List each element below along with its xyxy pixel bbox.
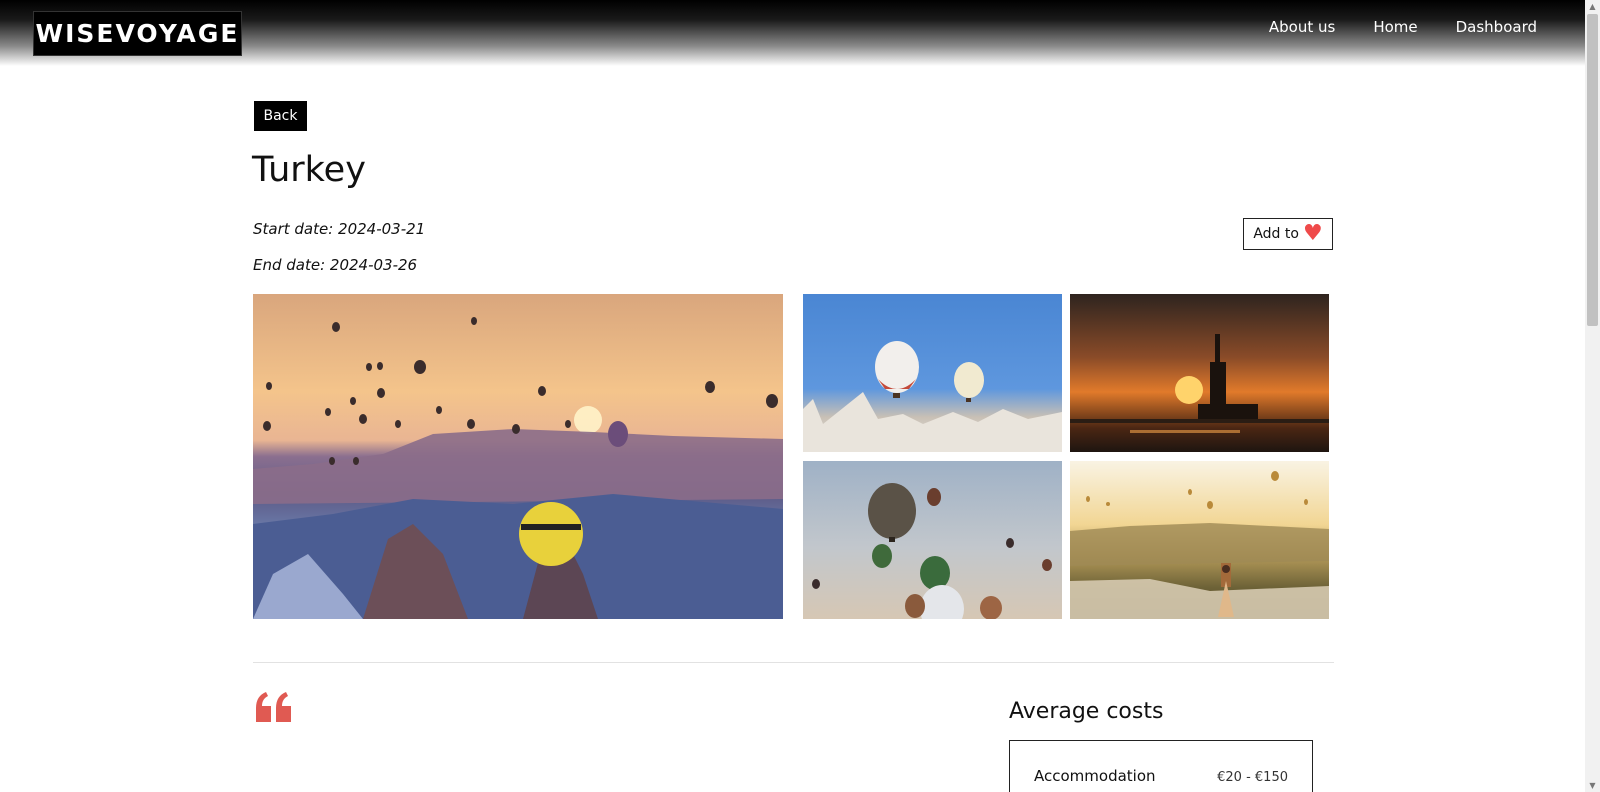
gallery-photo-1[interactable] — [803, 294, 1062, 452]
quote-icon — [256, 692, 291, 722]
gallery-main-photo[interactable] — [253, 294, 783, 619]
gallery-photo-4[interactable] — [1070, 461, 1329, 619]
start-date: Start date: 2024-03-21 — [253, 220, 426, 238]
section-divider — [253, 662, 1334, 663]
average-costs-heading: Average costs — [1009, 699, 1164, 724]
main-nav: About us Home Dashboard — [1269, 18, 1537, 36]
end-date: End date: 2024-03-26 — [253, 256, 418, 274]
add-to-favorites-button[interactable]: Add to ♥ — [1243, 218, 1333, 250]
cost-row-accommodation: Accommodation €20 - €150 — [1034, 767, 1288, 785]
cost-label: Accommodation — [1034, 767, 1156, 785]
cappadocia-woman-sunset-image — [1070, 471, 1329, 619]
back-button[interactable]: Back — [254, 101, 307, 131]
average-costs-table: Accommodation €20 - €150 — [1009, 740, 1313, 792]
balloons-blue-sky-image — [803, 341, 1062, 452]
site-header: WISEVOYAGE About us Home Dashboard — [0, 0, 1585, 66]
cost-value: €20 - €150 — [1217, 770, 1288, 785]
balloons-over-valley-image — [253, 317, 783, 619]
gallery-photo-3[interactable] — [803, 461, 1062, 619]
scroll-up-arrow-icon[interactable]: ▲ — [1588, 2, 1597, 11]
page-title: Turkey — [252, 150, 366, 190]
nav-home[interactable]: Home — [1373, 18, 1417, 36]
site-logo[interactable]: WISEVOYAGE — [33, 11, 242, 56]
favorite-button-label: Add to — [1253, 226, 1299, 242]
balloons-dusk-image — [812, 483, 1052, 619]
gallery-photo-2[interactable] — [1070, 294, 1329, 452]
nav-dashboard[interactable]: Dashboard — [1456, 18, 1537, 36]
heart-icon: ♥ — [1302, 221, 1323, 246]
maidens-tower-sunset-image — [1070, 334, 1329, 433]
scrollbar-thumb[interactable] — [1587, 14, 1598, 326]
page-scrollbar[interactable]: ▲ ▼ — [1585, 0, 1600, 792]
nav-about-us[interactable]: About us — [1269, 18, 1335, 36]
scroll-down-arrow-icon[interactable]: ▼ — [1588, 781, 1597, 790]
